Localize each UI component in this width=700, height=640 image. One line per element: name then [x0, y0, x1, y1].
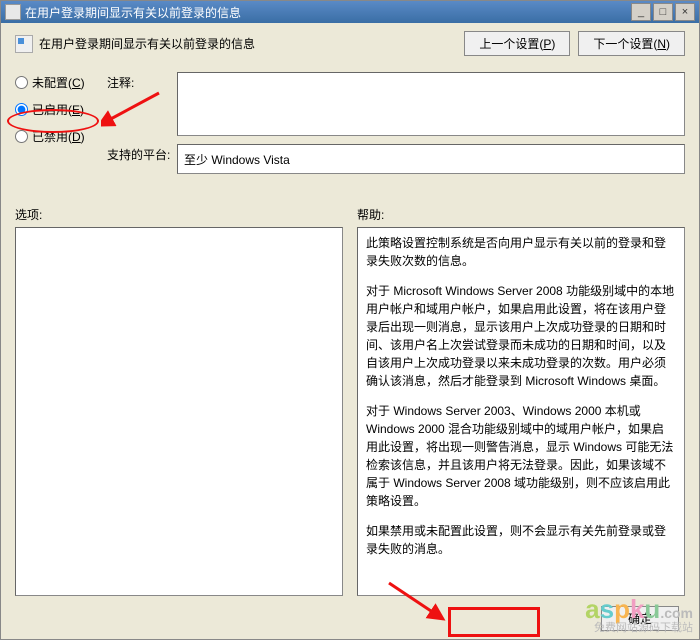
- close-button[interactable]: ×: [675, 3, 695, 21]
- help-paragraph: 对于 Windows Server 2003、Windows 2000 本机或 …: [366, 402, 676, 510]
- dialog-content: 在用户登录期间显示有关以前登录的信息 上一个设置(P) 下一个设置(N) 未配置…: [1, 23, 699, 639]
- bottom-button-bar: 确定: [601, 606, 679, 631]
- radio-not-configured[interactable]: 未配置(C): [15, 74, 95, 91]
- titlebar[interactable]: 在用户登录期间显示有关以前登录的信息 _ □ ×: [1, 1, 699, 23]
- radio-not-configured-input[interactable]: [15, 76, 28, 89]
- nav-buttons: 上一个设置(P) 下一个设置(N): [464, 31, 685, 56]
- supported-platform-box: 至少 Windows Vista: [177, 144, 685, 174]
- help-label: 帮助:: [357, 206, 685, 223]
- platform-value: 至少 Windows Vista: [184, 151, 290, 168]
- comment-group: 注释:: [107, 72, 685, 136]
- options-column: 选项:: [15, 206, 343, 596]
- ok-button[interactable]: 确定: [601, 606, 679, 631]
- platform-group: 支持的平台: 至少 Windows Vista: [107, 144, 685, 174]
- header-row: 在用户登录期间显示有关以前登录的信息 上一个设置(P) 下一个设置(N): [15, 31, 685, 56]
- options-label: 选项:: [15, 206, 343, 223]
- state-radio-group: 未配置(C) 已启用(E) 已禁用(D): [15, 72, 95, 182]
- window-title: 在用户登录期间显示有关以前登录的信息: [25, 4, 629, 21]
- platform-label: 支持的平台:: [107, 144, 177, 163]
- form-column: 注释: 支持的平台: 至少 Windows Vista: [107, 72, 685, 182]
- minimize-button[interactable]: _: [631, 3, 651, 21]
- radio-enabled-input[interactable]: [15, 103, 28, 116]
- lower-panels: 选项: 帮助: 此策略设置控制系统是否向用户显示有关以前的登录和登录失败次数的信…: [15, 206, 685, 596]
- comment-input[interactable]: [177, 72, 685, 136]
- help-column: 帮助: 此策略设置控制系统是否向用户显示有关以前的登录和登录失败次数的信息。 对…: [357, 206, 685, 596]
- radio-disabled[interactable]: 已禁用(D): [15, 128, 95, 145]
- help-paragraph: 此策略设置控制系统是否向用户显示有关以前的登录和登录失败次数的信息。: [366, 234, 676, 270]
- policy-editor-window: 在用户登录期间显示有关以前登录的信息 _ □ × 在用户登录期间显示有关以前登录…: [0, 0, 700, 640]
- setting-name: 在用户登录期间显示有关以前登录的信息: [39, 35, 464, 52]
- radio-enabled[interactable]: 已启用(E): [15, 101, 95, 118]
- help-paragraph: 如果禁用或未配置此设置，则不会显示有关先前登录或登录失败的消息。: [366, 522, 676, 558]
- previous-setting-button[interactable]: 上一个设置(P): [464, 31, 570, 56]
- help-paragraph: 对于 Microsoft Windows Server 2008 功能级别域中的…: [366, 282, 676, 390]
- radio-disabled-input[interactable]: [15, 130, 28, 143]
- help-text-box[interactable]: 此策略设置控制系统是否向用户显示有关以前的登录和登录失败次数的信息。 对于 Mi…: [357, 227, 685, 596]
- app-icon: [5, 4, 21, 20]
- setting-icon: [15, 35, 33, 53]
- body-row: 未配置(C) 已启用(E) 已禁用(D) 注释: 支持的平台:: [15, 72, 685, 182]
- comment-label: 注释:: [107, 72, 177, 91]
- next-setting-button[interactable]: 下一个设置(N): [578, 31, 685, 56]
- maximize-button[interactable]: □: [653, 3, 673, 21]
- options-box[interactable]: [15, 227, 343, 596]
